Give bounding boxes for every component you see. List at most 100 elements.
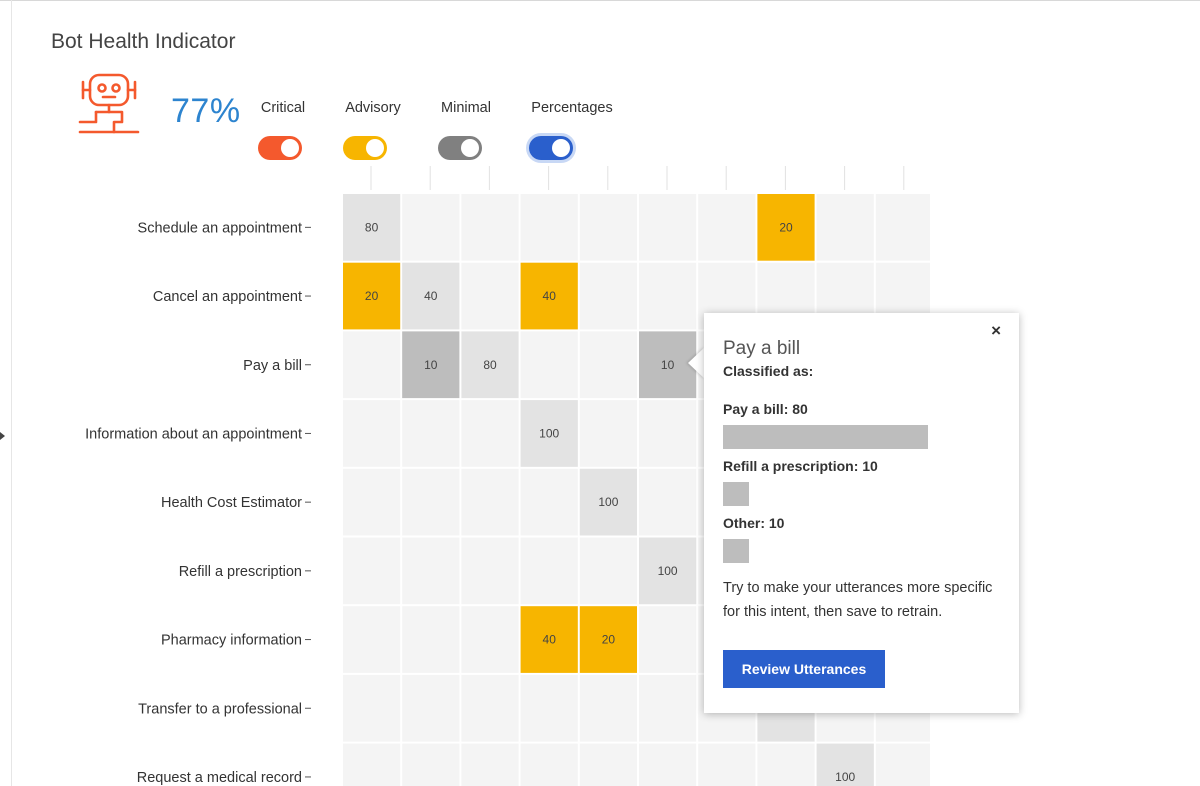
classification-bar [723, 425, 928, 449]
classification-label: Pay a bill: 80 [723, 401, 808, 417]
heatmap-grid-cell [520, 468, 578, 536]
heatmap-grid-cell [343, 674, 401, 742]
classification-item: Pay a bill: 80 [723, 401, 983, 449]
page-title: Bot Health Indicator [51, 30, 236, 53]
heatmap-grid-cell [579, 674, 637, 742]
heatmap-grid-cell [343, 606, 401, 673]
cell-value-label: 80 [365, 220, 379, 234]
cell-value-label: 10 [661, 358, 675, 372]
heatmap-grid-cell [579, 194, 637, 261]
heatmap-grid-cell [579, 262, 637, 330]
review-utterances-button[interactable]: Review Utterances [723, 650, 885, 688]
heatmap-grid-cell [579, 743, 637, 786]
cell-value-label: 40 [543, 289, 557, 303]
cell-value-label: 100 [658, 564, 678, 578]
popover-subtitle: Classified as: [723, 363, 814, 379]
critical-toggle[interactable] [258, 136, 302, 160]
heatmap-grid-cell [639, 743, 697, 786]
heatmap-grid-cell [461, 194, 519, 261]
heatmap-grid-cell [461, 743, 519, 786]
classification-item: Refill a prescription: 10 [723, 458, 983, 506]
heatmap-grid-cell [520, 331, 578, 399]
heatmap-grid-cell [816, 194, 874, 261]
classification-item: Other: 10 [723, 515, 983, 563]
classification-popover: × Pay a bill Classified as: Pay a bill: … [704, 313, 1019, 713]
top-border [0, 0, 1200, 1]
heatmap-grid-cell [875, 743, 930, 786]
heatmap-grid-cell [520, 194, 578, 261]
row-label: Transfer to a professional [138, 701, 302, 717]
heatmap-grid-cell [402, 194, 460, 261]
cell-value-label: 40 [543, 633, 557, 647]
row-label: Pay a bill [243, 358, 302, 374]
cell-value-label: 80 [483, 358, 497, 372]
cell-value-label: 100 [539, 426, 559, 440]
heatmap-grid-cell [698, 743, 756, 786]
heatmap-grid-cell [343, 537, 401, 605]
heatmap-grid-cell [402, 606, 460, 673]
health-percentage: 77% [171, 92, 241, 130]
critical-label: Critical [260, 100, 306, 116]
heatmap-grid-cell [461, 537, 519, 605]
heatmap-grid-cell [639, 400, 697, 467]
heatmap-grid-cell [875, 194, 930, 261]
heatmap-grid-cell [461, 468, 519, 536]
heatmap-grid-cell [520, 537, 578, 605]
heatmap-grid-cell [639, 262, 697, 330]
heatmap-grid-cell [520, 743, 578, 786]
heatmap-grid-cell [639, 674, 697, 742]
heatmap-grid-cell [402, 468, 460, 536]
heatmap-grid-cell [579, 400, 637, 467]
row-label: Information about an appointment [85, 426, 302, 442]
classification-label: Other: 10 [723, 515, 785, 531]
classification-label: Refill a prescription: 10 [723, 458, 878, 474]
toggle-knob [366, 139, 384, 157]
minimal-toggle[interactable] [438, 136, 482, 160]
heatmap-grid-cell [461, 674, 519, 742]
popover-hint: Try to make your utterances more specifi… [723, 580, 993, 620]
row-label: Health Cost Estimator [161, 495, 302, 511]
app-root: Bot Health Indicator 77% Critical Adviso… [0, 0, 1200, 786]
toggle-knob [552, 139, 570, 157]
percentages-toggle[interactable] [529, 136, 573, 160]
heatmap-grid-cell [461, 606, 519, 673]
classification-bar [723, 482, 749, 506]
percentages-label: Percentages [531, 100, 613, 116]
cell-value-label: 100 [835, 770, 855, 784]
row-label: Request a medical record [137, 770, 302, 786]
advisory-label: Advisory [345, 100, 401, 116]
minimal-label: Minimal [441, 100, 491, 116]
heatmap-grid-cell [579, 331, 637, 399]
heatmap-grid-cell [639, 468, 697, 536]
heatmap-grid-cell [343, 468, 401, 536]
heatmap-grid-cell [461, 262, 519, 330]
heatmap-grid-cell [698, 194, 756, 261]
robot-icon [78, 73, 140, 134]
close-icon[interactable]: × [991, 321, 1001, 341]
heatmap-grid-cell [402, 743, 460, 786]
row-label: Cancel an appointment [153, 289, 302, 305]
heatmap-grid-cell [639, 194, 697, 261]
heatmap-grid-cell [520, 674, 578, 742]
cell-value-label: 20 [365, 289, 379, 303]
heatmap-grid-cell [402, 674, 460, 742]
heatmap-grid-cell [343, 400, 401, 467]
cell-value-label: 40 [424, 289, 438, 303]
cell-value-label: 10 [424, 358, 438, 372]
cell-value-label: 20 [779, 220, 793, 234]
heatmap-grid-cell [461, 400, 519, 467]
toggle-knob [281, 139, 299, 157]
heatmap-grid-cell [402, 537, 460, 605]
row-label: Refill a prescription [179, 564, 302, 580]
heatmap-grid-cell [343, 331, 401, 399]
popover-title: Pay a bill [723, 338, 801, 359]
advisory-toggle[interactable] [343, 136, 387, 160]
heatmap-grid-cell [343, 743, 401, 786]
row-label: Schedule an appointment [138, 220, 302, 236]
cell-value-label: 20 [602, 633, 616, 647]
heatmap-grid-cell [579, 537, 637, 605]
heatmap-grid-cell [639, 606, 697, 673]
heatmap-grid-cell [402, 400, 460, 467]
toggle-knob [461, 139, 479, 157]
classification-bar [723, 539, 749, 563]
